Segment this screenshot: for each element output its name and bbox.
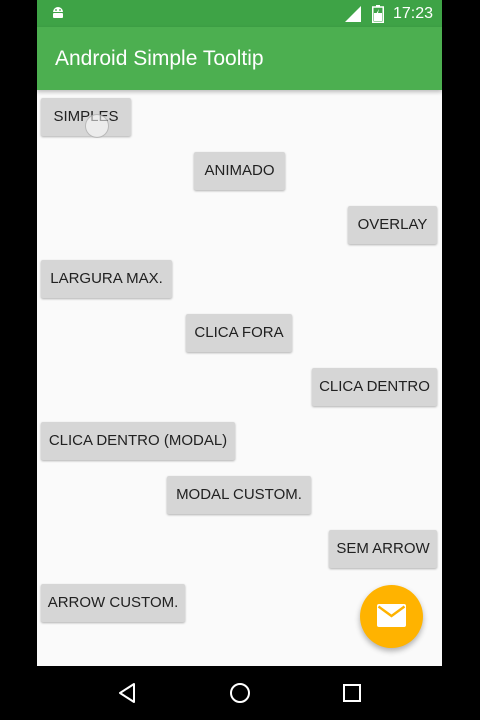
animado-button[interactable]: ANIMADO — [194, 152, 285, 190]
clica-fora-button[interactable]: CLICA FORA — [186, 314, 292, 352]
clica-dentro-button[interactable]: CLICA DENTRO — [312, 368, 437, 406]
status-time: 17:23 — [393, 5, 434, 22]
sem-arrow-button[interactable]: SEM ARROW — [329, 530, 437, 568]
largura-max-button[interactable]: LARGURA MAX. — [41, 260, 172, 298]
app-bar: Android Simple Tooltip — [37, 27, 442, 90]
simples-button[interactable]: SIMPLES — [41, 98, 131, 136]
clica-dentro-modal-button[interactable]: CLICA DENTRO (MODAL) — [41, 422, 235, 460]
email-fab-button[interactable] — [360, 585, 423, 648]
app-screen: 17:23 Android Simple Tooltip SIMPLES ANI… — [37, 0, 442, 666]
recents-icon[interactable] — [340, 681, 364, 705]
battery-charging-icon — [372, 5, 384, 23]
overlay-button[interactable]: OVERLAY — [348, 206, 437, 244]
navigation-bar — [0, 666, 480, 720]
arrow-custom-button[interactable]: ARROW CUSTOM. — [41, 584, 185, 622]
signal-icon — [345, 6, 361, 22]
modal-custom-button[interactable]: MODAL CUSTOM. — [167, 476, 311, 514]
status-bar: 17:23 — [37, 0, 442, 27]
home-icon[interactable] — [228, 681, 252, 705]
app-title: Android Simple Tooltip — [55, 47, 264, 70]
email-icon — [377, 604, 406, 627]
android-notification-icon — [53, 7, 63, 18]
back-icon[interactable] — [115, 681, 139, 705]
